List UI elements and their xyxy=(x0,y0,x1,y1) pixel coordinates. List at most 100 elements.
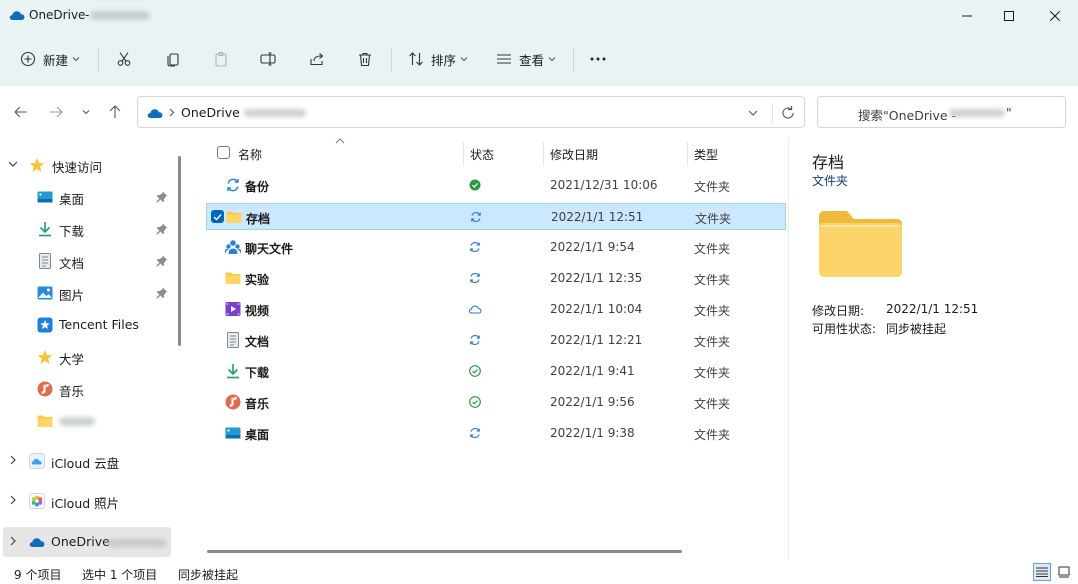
file-type: 文件夹 xyxy=(695,212,732,226)
delete-button[interactable] xyxy=(357,44,373,74)
forward-button[interactable] xyxy=(44,100,68,124)
plus-circle-icon xyxy=(20,51,36,67)
recent-locations-button[interactable] xyxy=(74,100,98,124)
chevron-right-icon[interactable] xyxy=(7,494,19,506)
search-box[interactable]: 搜索"OneDrive - " xyxy=(817,96,1066,128)
copy-icon xyxy=(167,53,179,67)
file-type: 文件夹 xyxy=(694,428,731,442)
share-icon xyxy=(310,53,324,66)
sidebar-scrollbar[interactable] xyxy=(178,156,181,346)
sidebar-item-pictures[interactable]: 图片 xyxy=(0,278,172,308)
more-icon xyxy=(590,57,606,61)
toolbar-divider xyxy=(391,48,392,72)
table-row[interactable]: 桌面 2022/1/1 9:38 文件夹 xyxy=(206,420,786,447)
more-options-button[interactable] xyxy=(589,44,607,74)
sidebar-item-icloud-drive[interactable]: iCloud 云盘 xyxy=(0,446,172,476)
sidebar-item-redacted-folder[interactable] xyxy=(0,406,172,436)
table-row-selected[interactable]: 存档 2022/1/1 12:51 文件夹 xyxy=(206,203,786,230)
sidebar-item-music[interactable]: 音乐 xyxy=(0,374,172,404)
file-type: 文件夹 xyxy=(694,335,731,349)
redacted-account-name xyxy=(949,109,1005,117)
details-view-button[interactable] xyxy=(1033,563,1051,581)
sort-icon xyxy=(409,52,423,66)
column-header-modified[interactable]: 修改日期 xyxy=(550,146,598,163)
minimize-button[interactable] xyxy=(944,0,990,32)
file-type: 文件夹 xyxy=(694,397,731,411)
table-row[interactable]: 实验 2022/1/1 12:35 文件夹 xyxy=(206,265,786,292)
status-bar: 9 个项目 选中 1 个项目 同步被挂起 xyxy=(0,560,1078,584)
table-row[interactable]: 下载 2022/1/1 9:41 文件夹 xyxy=(206,358,786,385)
arrow-left-icon xyxy=(14,106,27,118)
column-header-type[interactable]: 类型 xyxy=(694,146,718,163)
view-button[interactable]: 查看 xyxy=(496,44,556,74)
tencent-files-icon xyxy=(37,317,53,333)
backup-icon xyxy=(227,178,239,192)
table-row[interactable]: 聊天文件 2022/1/1 9:54 文件夹 xyxy=(206,234,786,261)
column-divider[interactable] xyxy=(687,142,688,166)
sidebar-item-onedrive[interactable]: OneDrive xyxy=(3,527,171,557)
new-button[interactable]: 新建 xyxy=(20,44,80,74)
navigation-pane[interactable]: 快速访问 桌面 下载 文档 图片 Tencent Files 大学 音乐 iCl… xyxy=(0,138,188,560)
table-row[interactable]: 音乐 2022/1/1 9:56 文件夹 xyxy=(206,389,786,416)
table-row[interactable]: 视频 2022/1/1 10:04 文件夹 xyxy=(206,296,786,323)
sidebar-item-label: 下载 xyxy=(59,224,85,239)
breadcrumb-onedrive[interactable]: OneDrive xyxy=(181,105,240,120)
status-selection-count: 选中 1 个项目 xyxy=(82,568,158,582)
sidebar-item-desktop[interactable]: 桌面 xyxy=(0,182,172,212)
redacted-folder-name xyxy=(59,417,95,426)
file-modified: 2022/1/1 12:21 xyxy=(550,333,643,347)
details-pane: 存档 文件夹 修改日期: 2022/1/1 12:51 可用性状态: 同步被挂起 xyxy=(788,138,1078,560)
document-icon xyxy=(227,332,239,348)
cut-button[interactable] xyxy=(116,44,132,74)
sidebar-item-downloads[interactable]: 下载 xyxy=(0,214,172,244)
trash-icon xyxy=(359,52,371,67)
maximize-button[interactable] xyxy=(986,0,1032,32)
chevron-down-icon[interactable] xyxy=(748,106,758,120)
file-name: 备份 xyxy=(245,180,270,194)
sidebar-item-label: 音乐 xyxy=(59,384,85,399)
synced-outline-icon xyxy=(469,396,481,408)
horizontal-scrollbar[interactable] xyxy=(207,550,682,553)
chevron-down-icon[interactable] xyxy=(7,158,19,170)
rename-button[interactable] xyxy=(260,44,276,74)
share-button[interactable] xyxy=(309,44,325,74)
large-icons-view-button[interactable] xyxy=(1055,563,1073,581)
column-header-status[interactable]: 状态 xyxy=(470,146,494,163)
details-modified-value: 2022/1/1 12:51 xyxy=(886,302,979,316)
row-checkbox-checked[interactable] xyxy=(211,210,224,223)
large-folder-icon xyxy=(819,211,902,277)
sync-pending-icon xyxy=(470,241,480,253)
up-button[interactable] xyxy=(103,100,127,124)
close-button[interactable] xyxy=(1032,0,1078,32)
redacted-account-name xyxy=(107,539,167,547)
chevron-right-icon[interactable] xyxy=(7,454,19,466)
sync-pending-icon xyxy=(471,211,481,223)
sidebar-item-icloud-photos[interactable]: iCloud 照片 xyxy=(0,486,172,516)
title-bar: OneDrive - xyxy=(0,0,1078,32)
table-row[interactable]: 备份 2021/12/31 10:06 文件夹 xyxy=(206,172,786,199)
file-list[interactable]: 名称 状态 修改日期 类型 备份 2021/12/31 10:06 文件夹 存档… xyxy=(190,138,787,560)
onedrive-cloud-icon xyxy=(147,109,163,118)
folder-icon xyxy=(226,211,242,223)
copy-button[interactable] xyxy=(165,44,181,74)
file-type: 文件夹 xyxy=(694,304,731,318)
refresh-icon[interactable] xyxy=(779,104,797,122)
sidebar-item-label: 图片 xyxy=(59,288,85,303)
table-row[interactable]: 文档 2022/1/1 12:21 文件夹 xyxy=(206,327,786,354)
checkmark-icon xyxy=(213,213,222,221)
chevron-right-icon[interactable] xyxy=(7,535,19,547)
sidebar-item-quick-access[interactable]: 快速访问 xyxy=(0,150,172,180)
back-button[interactable] xyxy=(9,100,33,124)
sidebar-item-tencent-files[interactable]: Tencent Files xyxy=(0,310,172,340)
sidebar-item-documents[interactable]: 文档 xyxy=(0,246,172,276)
paste-button[interactable] xyxy=(213,44,229,74)
address-bar[interactable]: OneDrive xyxy=(137,96,805,128)
sort-button[interactable]: 排序 xyxy=(408,44,468,74)
file-modified: 2022/1/1 9:41 xyxy=(550,364,635,378)
column-divider[interactable] xyxy=(543,142,544,166)
column-header-name[interactable]: 名称 xyxy=(238,146,262,163)
sidebar-item-university[interactable]: 大学 xyxy=(0,342,172,372)
pictures-icon xyxy=(37,286,53,300)
select-all-checkbox[interactable] xyxy=(217,146,230,159)
column-divider[interactable] xyxy=(463,142,464,166)
